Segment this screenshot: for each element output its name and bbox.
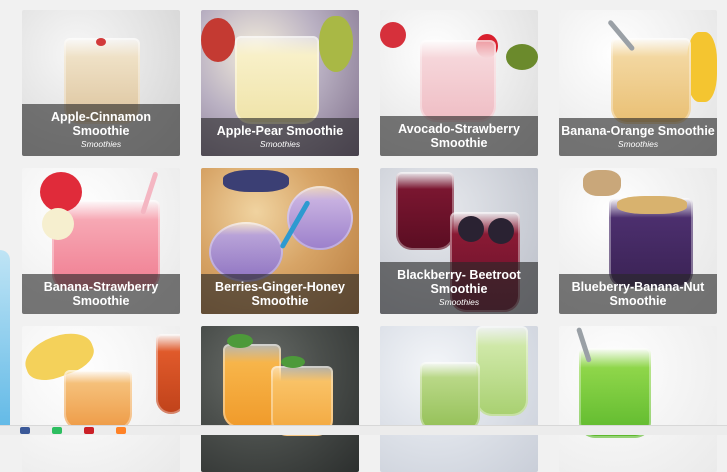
recipe-caption: Apple-Cinnamon Smoothie Smoothies: [22, 104, 180, 156]
mix-icon[interactable]: [116, 427, 126, 434]
recipe-caption: Blueberry-Banana-Nut Smoothie: [559, 274, 717, 314]
share-toolbar: [0, 425, 727, 435]
smoothie-glass: [611, 38, 691, 124]
recipe-card-blueberry-banana-nut[interactable]: Blueberry-Banana-Nut Smoothie: [559, 168, 717, 314]
recipe-card-row3-1[interactable]: [22, 326, 180, 472]
smoothie-glass: [420, 40, 496, 122]
banana-fruit: [687, 32, 717, 102]
smoothie-glass: [64, 370, 132, 430]
apple-fruit: [201, 18, 235, 62]
recipe-caption: Banana-Strawberry Smoothie: [22, 274, 180, 314]
facebook-icon[interactable]: [20, 427, 30, 434]
recipe-title: Banana-Strawberry Smoothie: [43, 280, 159, 308]
recipe-card-berries-ginger-honey[interactable]: Berries-Ginger-Honey Smoothie: [201, 168, 359, 314]
mint-leaf: [227, 334, 253, 348]
blackberry-fruit: [488, 218, 514, 244]
strawberry-fruit: [380, 22, 406, 48]
recipe-caption: Blackberry- Beetroot Smoothie Smoothies: [380, 262, 538, 314]
recipe-title: Banana-Orange Smoothie: [561, 124, 715, 138]
juice-bottle: [156, 334, 180, 414]
recipe-category: Smoothies: [617, 139, 659, 149]
recipe-title: Apple-Pear Smoothie: [216, 124, 344, 138]
smoothie-bottle: [476, 326, 528, 416]
recipe-card-banana-strawberry[interactable]: Banana-Strawberry Smoothie: [22, 168, 180, 314]
recipe-card-apple-pear[interactable]: Apple-Pear Smoothie Smoothies: [201, 10, 359, 156]
nut-topping: [617, 196, 687, 214]
recipe-title: Blackberry- Beetroot Smoothie: [397, 268, 521, 296]
recipe-title: Avocado-Strawberry Smoothie: [398, 122, 520, 150]
recipe-caption: Apple-Pear Smoothie Smoothies: [201, 118, 359, 156]
recipe-caption: Berries-Ginger-Honey Smoothie: [201, 274, 359, 314]
recipe-caption: Avocado-Strawberry Smoothie: [380, 116, 538, 156]
blueberry-bowl: [223, 170, 289, 192]
smoothie-glass: [420, 362, 480, 432]
pear-fruit: [319, 16, 353, 72]
recipe-category: Smoothies: [438, 297, 480, 307]
smoothie-glass: [209, 222, 283, 282]
pinterest-icon[interactable]: [84, 427, 94, 434]
mint-leaf: [281, 356, 305, 368]
recipe-category: Smoothies: [259, 139, 301, 149]
evernote-icon[interactable]: [52, 427, 62, 434]
recipe-caption: Banana-Orange Smoothie Smoothies: [559, 118, 717, 156]
recipe-card-banana-orange[interactable]: Banana-Orange Smoothie Smoothies: [559, 10, 717, 156]
granola-bowl: [583, 170, 621, 196]
recipe-category: Smoothies: [80, 139, 122, 149]
recipe-card-avocado-strawberry[interactable]: Avocado-Strawberry Smoothie: [380, 10, 538, 156]
recipe-title: Blueberry-Banana-Nut Smoothie: [571, 280, 705, 308]
avocado-fruit: [506, 44, 538, 70]
smoothie-glass: [235, 36, 319, 124]
recipe-grid: Apple-Cinnamon Smoothie Smoothies Apple-…: [0, 0, 727, 472]
recipe-title: Apple-Cinnamon Smoothie: [51, 110, 151, 138]
recipe-card-blackberry-beetroot[interactable]: Blackberry- Beetroot Smoothie Smoothies: [380, 168, 538, 314]
banana-slice: [42, 208, 74, 240]
smoothie-glass: [396, 172, 454, 250]
recipe-title: Berries-Ginger-Honey Smoothie: [215, 280, 345, 308]
recipe-card-row3-2[interactable]: [201, 326, 359, 472]
recipe-card-row3-3[interactable]: [380, 326, 538, 472]
apple-piece: [96, 38, 106, 46]
recipe-card-apple-cinnamon[interactable]: Apple-Cinnamon Smoothie Smoothies: [22, 10, 180, 156]
blackberry-fruit: [458, 216, 484, 242]
recipe-card-row3-4[interactable]: [559, 326, 717, 472]
strawberry-fruit: [40, 172, 82, 212]
